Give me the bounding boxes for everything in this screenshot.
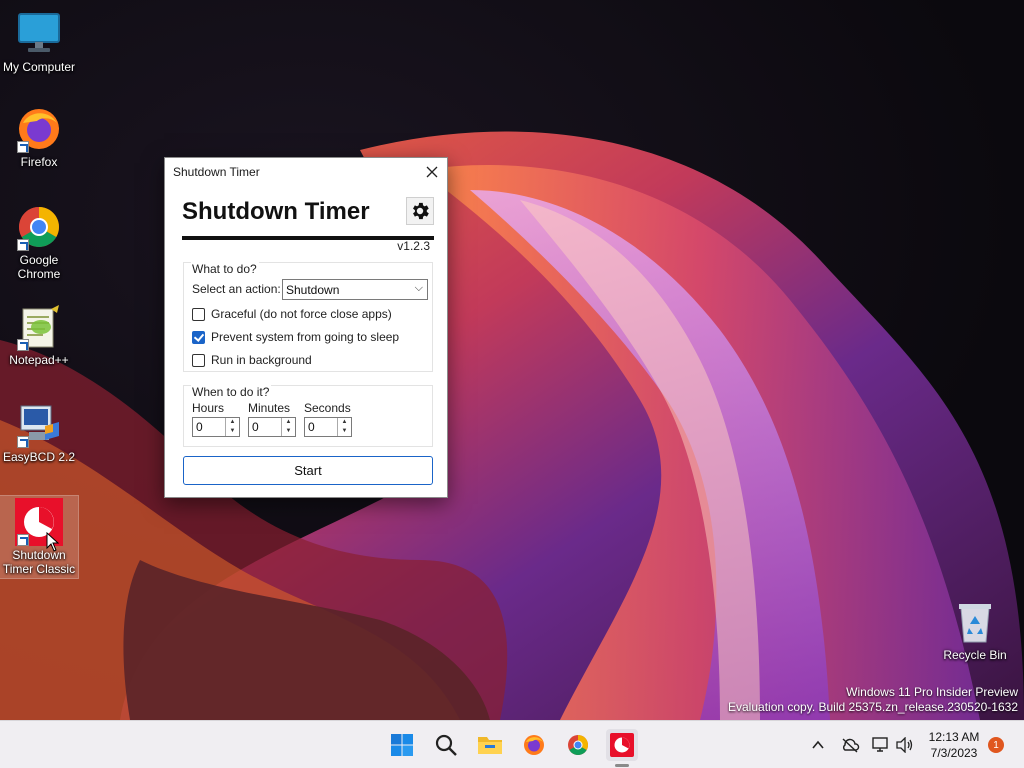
taskbar-search-button[interactable]: [430, 729, 462, 761]
desktop-icon-label: Recycle Bin: [943, 648, 1007, 662]
seconds-down-button[interactable]: ▼: [338, 427, 351, 436]
network-icon: [872, 737, 888, 752]
notification-badge[interactable]: 1: [988, 737, 1004, 753]
minutes-value: 0: [252, 420, 259, 434]
seconds-label: Seconds: [304, 401, 351, 415]
desktop-icon-firefox[interactable]: Firefox: [0, 105, 78, 169]
settings-button[interactable]: [406, 197, 434, 225]
window-titlebar[interactable]: Shutdown Timer: [165, 158, 447, 186]
onedrive-tray-button[interactable]: [840, 735, 860, 755]
desktop-icon-google-chrome[interactable]: Google Chrome: [0, 203, 78, 281]
run-background-checkbox[interactable]: [192, 353, 205, 367]
desktop-icon-shutdown-timer-classic[interactable]: Shutdown Timer Classic: [0, 495, 79, 579]
monitor-icon: [15, 10, 63, 58]
prevent-sleep-checkbox-row[interactable]: Prevent system from going to sleep: [192, 330, 399, 344]
taskbar: 12:13 AM 7/3/2023 1: [0, 720, 1024, 768]
hours-down-button[interactable]: ▼: [226, 427, 239, 436]
hours-value: 0: [196, 420, 203, 434]
minutes-down-button[interactable]: ▼: [282, 427, 295, 436]
active-app-indicator: [615, 764, 629, 767]
desktop-icon-notepad-plus-plus[interactable]: Notepad++: [0, 303, 78, 367]
run-background-checkbox-row[interactable]: Run in background: [192, 353, 312, 367]
graceful-checkbox-row[interactable]: Graceful (do not force close apps): [192, 307, 392, 321]
show-hidden-icons-button[interactable]: [808, 735, 828, 755]
seconds-up-button[interactable]: ▲: [338, 418, 351, 427]
chrome-icon: [568, 735, 588, 755]
chevron-down-icon: ⌵: [414, 282, 423, 294]
when-to-do-group: When to do it? Hours 0 ▲ ▼ Minutes 0 ▲ ▼ S…: [183, 385, 433, 447]
clock-time: 12:13 AM: [928, 730, 980, 744]
action-select[interactable]: Shutdown ⌵: [282, 279, 428, 300]
shortcut-arrow-icon: [17, 436, 29, 448]
desktop-icon-label: Firefox: [20, 155, 58, 169]
select-action-label: Select an action:: [192, 282, 281, 296]
speaker-icon: [896, 737, 913, 753]
start-button[interactable]: Start: [183, 456, 433, 485]
graceful-checkbox[interactable]: [192, 307, 205, 321]
when-to-do-legend: When to do it?: [191, 385, 272, 399]
watermark-line-1: Windows 11 Pro Insider Preview: [846, 685, 1018, 699]
taskbar-file-explorer[interactable]: [474, 729, 506, 761]
window-title: Shutdown Timer: [173, 165, 260, 179]
firefox-icon: [15, 105, 63, 153]
chevron-up-icon: [812, 740, 824, 749]
shortcut-arrow-icon: [17, 141, 29, 153]
minutes-up-button[interactable]: ▲: [282, 418, 295, 427]
seconds-value: 0: [308, 420, 315, 434]
clock-date: 7/3/2023: [930, 746, 978, 760]
minutes-stepper[interactable]: 0 ▲ ▼: [248, 417, 296, 437]
shortcut-arrow-icon: [17, 339, 29, 351]
desktop-icon-label: EasyBCD 2.2: [2, 450, 76, 464]
search-icon: [435, 734, 457, 756]
shutdown-timer-icon: [610, 733, 634, 757]
volume-tray-button[interactable]: [895, 735, 915, 755]
cloud-offline-icon: [842, 738, 860, 753]
desktop-icon-label: Google Chrome: [17, 253, 61, 281]
network-tray-button[interactable]: [871, 735, 891, 755]
windows-start-icon: [391, 734, 413, 756]
graceful-label: Graceful (do not force close apps): [211, 307, 392, 321]
mouse-cursor-icon: [46, 531, 60, 555]
hours-stepper[interactable]: 0 ▲ ▼: [192, 417, 240, 437]
desktop-icon-label: Notepad++: [9, 353, 69, 367]
action-select-value: Shutdown: [286, 282, 340, 297]
desktop-icon-my-computer[interactable]: My Computer: [0, 10, 78, 74]
what-to-do-group: What to do? Select an action: Shutdown ⌵…: [183, 262, 433, 372]
seconds-stepper[interactable]: 0 ▲ ▼: [304, 417, 352, 437]
minutes-label: Minutes: [248, 401, 291, 415]
taskbar-chrome[interactable]: [562, 729, 594, 761]
hours-up-button[interactable]: ▲: [226, 418, 239, 427]
close-icon: [426, 166, 438, 178]
watermark-line-2: Evaluation copy. Build 25375.zn_release.…: [728, 700, 1018, 714]
taskbar-shutdown-timer[interactable]: [606, 729, 638, 767]
desktop-wallpaper: [0, 0, 1024, 720]
prevent-sleep-checkbox[interactable]: [192, 330, 205, 344]
folder-icon: [478, 737, 502, 754]
windows-watermark: Windows 11 Pro Insider Preview Evaluatio…: [728, 685, 1018, 715]
desktop-icon-recycle-bin[interactable]: Recycle Bin: [936, 598, 1014, 662]
taskbar-clock[interactable]: 12:13 AM 7/3/2023: [922, 729, 986, 761]
start-button[interactable]: [386, 729, 418, 761]
desktop-icon-label: Shutdown Timer Classic: [2, 548, 76, 576]
what-to-do-legend: What to do?: [191, 262, 259, 276]
version-label: v1.2.3: [397, 239, 430, 253]
firefox-icon: [524, 735, 544, 755]
easybcd-icon: [15, 400, 63, 448]
app-title: Shutdown Timer: [182, 198, 370, 225]
prevent-sleep-label: Prevent system from going to sleep: [211, 330, 400, 344]
app-header: Shutdown Timer: [182, 196, 434, 240]
shortcut-arrow-icon: [17, 239, 29, 251]
desktop-icon-easybcd[interactable]: EasyBCD 2.2: [0, 400, 78, 464]
recycle-bin-icon: [951, 598, 999, 646]
desktop-icon-label: My Computer: [2, 60, 76, 74]
notepad-plus-plus-icon: [15, 303, 63, 351]
shortcut-arrow-icon: [17, 534, 29, 546]
gear-icon: [413, 202, 429, 220]
run-background-label: Run in background: [211, 353, 312, 367]
close-button[interactable]: [417, 158, 447, 186]
chrome-icon: [15, 203, 63, 251]
shutdown-timer-window: Shutdown Timer Shutdown Timer v1.2.3 Wha…: [164, 157, 448, 498]
hours-label: Hours: [192, 401, 225, 415]
taskbar-firefox[interactable]: [518, 729, 550, 761]
